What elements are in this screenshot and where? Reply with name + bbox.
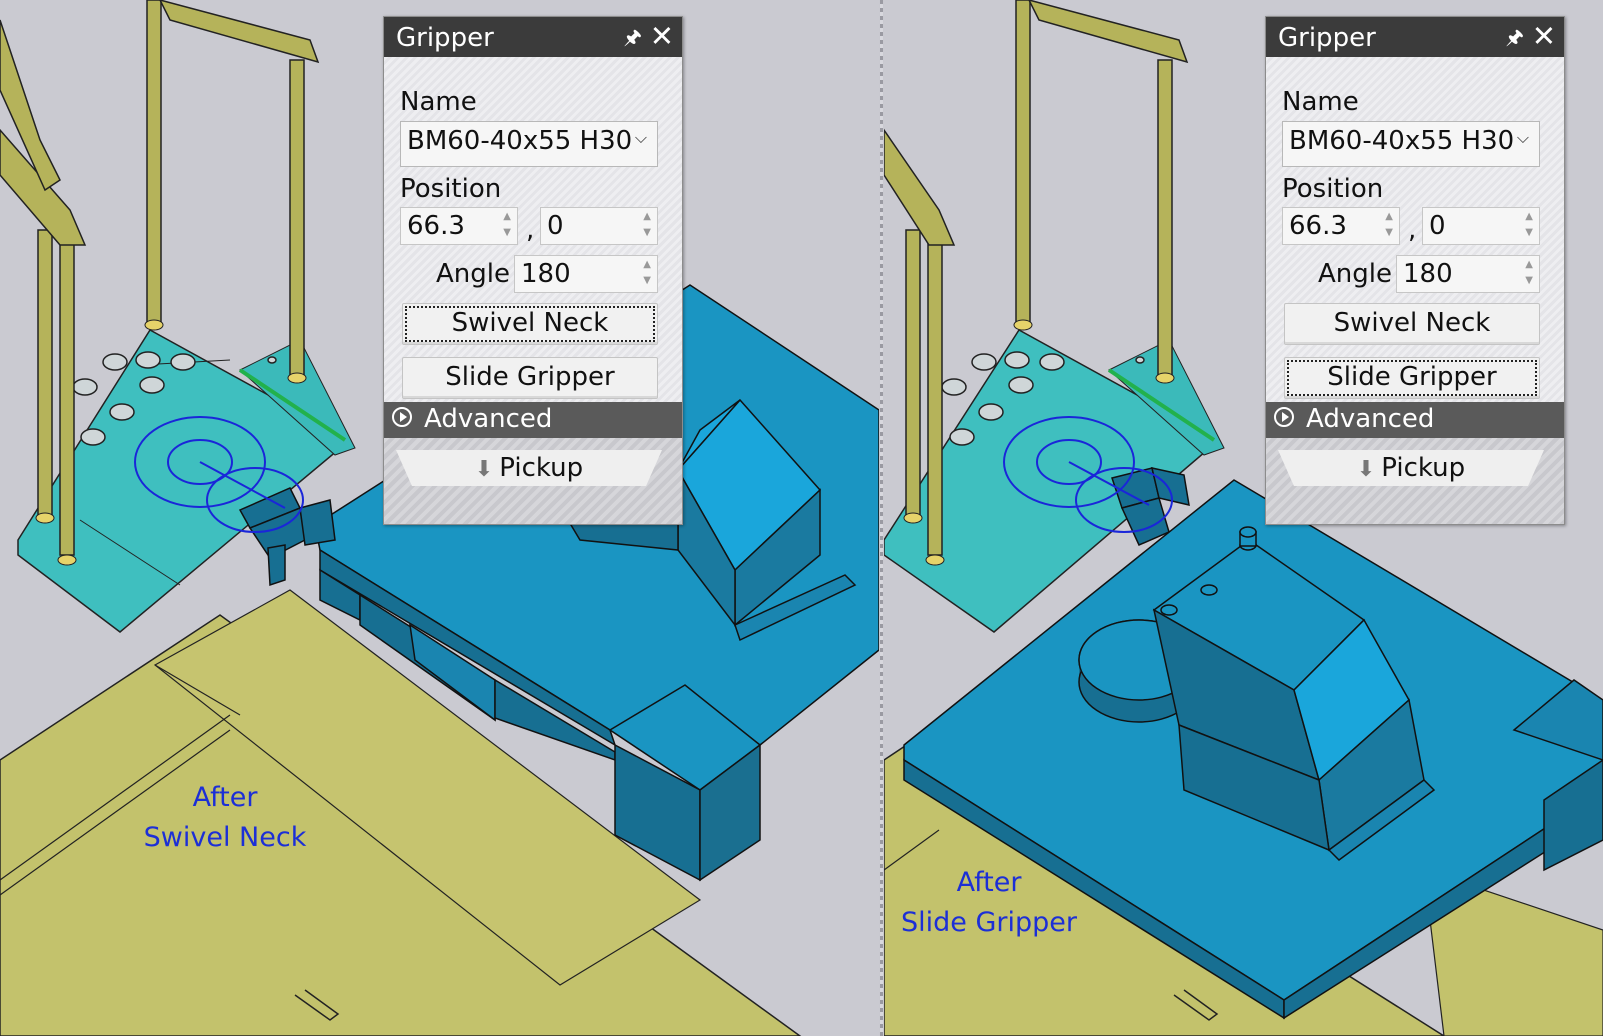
panel-title: Gripper: [396, 23, 494, 53]
angle-spinner[interactable]: 180 ▲ ▼: [1396, 255, 1540, 293]
name-select[interactable]: BM60-40x55 H30 ⌵: [400, 121, 658, 167]
spin-arrows-icon[interactable]: ▲ ▼: [503, 209, 511, 241]
advanced-section-toggle[interactable]: Advanced: [384, 402, 682, 438]
name-label: Name: [400, 87, 477, 117]
panel-footer: ⬇ Pickup: [384, 438, 682, 524]
caption-right-line2: Slide Gripper: [901, 907, 1077, 938]
advanced-section-toggle[interactable]: Advanced: [1266, 402, 1564, 438]
viewport-divider[interactable]: [880, 0, 883, 1036]
advanced-label: Advanced: [1306, 404, 1435, 434]
spin-arrows-icon[interactable]: ▲ ▼: [1525, 209, 1533, 241]
position-y-spinner[interactable]: 0 ▲ ▼: [540, 207, 658, 245]
position-label: Position: [1282, 174, 1384, 204]
slide-gripper-button[interactable]: Slide Gripper: [1284, 357, 1540, 399]
pickup-label: Pickup: [1381, 453, 1466, 483]
pickup-button[interactable]: ⬇ Pickup: [396, 450, 662, 486]
position-y-value: 0: [1429, 211, 1446, 241]
swivel-neck-button[interactable]: Swivel Neck: [1284, 303, 1540, 345]
position-x-value: 66.3: [1289, 211, 1347, 241]
position-x-spinner[interactable]: 66.3 ▲ ▼: [1282, 207, 1400, 245]
position-x-spinner[interactable]: 66.3 ▲ ▼: [400, 207, 518, 245]
panel-title-bar[interactable]: Gripper 🖈 ✕: [1266, 17, 1564, 57]
name-label: Name: [1282, 87, 1359, 117]
expand-circle-icon: [392, 407, 412, 427]
name-value: BM60-40x55 H30: [1289, 126, 1515, 156]
gripper-panel-left: Gripper 🖈 ✕ Name BM60-40x55 H30 ⌵ Positi…: [383, 16, 683, 525]
position-y-value: 0: [547, 211, 564, 241]
panel-body: Name BM60-40x55 H30 ⌵ Position 66.3 ▲ ▼ ,…: [384, 57, 682, 402]
down-arrow-icon: ⬇: [1356, 457, 1376, 482]
caption-right-line1: After: [956, 867, 1022, 898]
angle-label: Angle: [1318, 259, 1392, 289]
position-x-value: 66.3: [407, 211, 465, 241]
position-label: Position: [400, 174, 502, 204]
caption-left-line1: After: [192, 782, 258, 813]
angle-value: 180: [521, 259, 571, 289]
spin-arrows-icon[interactable]: ▲ ▼: [643, 257, 651, 289]
position-separator: ,: [526, 215, 535, 245]
viewport-left[interactable]: After Swivel Neck Gripper 🖈 ✕ Name BM60-…: [0, 0, 879, 1036]
spin-arrows-icon[interactable]: ▲ ▼: [1525, 257, 1533, 289]
close-icon[interactable]: ✕: [650, 18, 674, 54]
chevron-down-icon: ⌵: [634, 128, 647, 147]
spin-arrows-icon[interactable]: ▲ ▼: [643, 209, 651, 241]
pickup-button[interactable]: ⬇ Pickup: [1278, 450, 1544, 486]
name-value: BM60-40x55 H30: [407, 126, 633, 156]
close-icon[interactable]: ✕: [1532, 18, 1556, 54]
expand-circle-icon: [1274, 407, 1294, 427]
advanced-label: Advanced: [424, 404, 553, 434]
angle-label: Angle: [436, 259, 510, 289]
panel-footer: ⬇ Pickup: [1266, 438, 1564, 524]
slide-gripper-button[interactable]: Slide Gripper: [402, 357, 658, 399]
pin-icon[interactable]: 🖈: [1506, 23, 1525, 57]
chevron-down-icon: ⌵: [1516, 128, 1529, 147]
panel-title: Gripper: [1278, 23, 1376, 53]
gripper-panel-right: Gripper 🖈 ✕ Name BM60-40x55 H30 ⌵ Positi…: [1265, 16, 1565, 525]
down-arrow-icon: ⬇: [474, 457, 494, 482]
name-select[interactable]: BM60-40x55 H30 ⌵: [1282, 121, 1540, 167]
caption-right: After Slide Gripper: [894, 863, 1084, 943]
position-y-spinner[interactable]: 0 ▲ ▼: [1422, 207, 1540, 245]
position-separator: ,: [1408, 215, 1417, 245]
angle-value: 180: [1403, 259, 1453, 289]
angle-spinner[interactable]: 180 ▲ ▼: [514, 255, 658, 293]
caption-left-line2: Swivel Neck: [143, 822, 307, 853]
pickup-label: Pickup: [499, 453, 584, 483]
swivel-neck-button[interactable]: Swivel Neck: [402, 303, 658, 345]
spin-arrows-icon[interactable]: ▲ ▼: [1385, 209, 1393, 241]
panel-body: Name BM60-40x55 H30 ⌵ Position 66.3 ▲ ▼ ,…: [1266, 57, 1564, 402]
pin-icon[interactable]: 🖈: [624, 23, 643, 57]
viewport-right[interactable]: After Slide Gripper Gripper 🖈 ✕ Name BM6…: [884, 0, 1603, 1036]
caption-left: After Swivel Neck: [140, 778, 310, 858]
panel-title-bar[interactable]: Gripper 🖈 ✕: [384, 17, 682, 57]
